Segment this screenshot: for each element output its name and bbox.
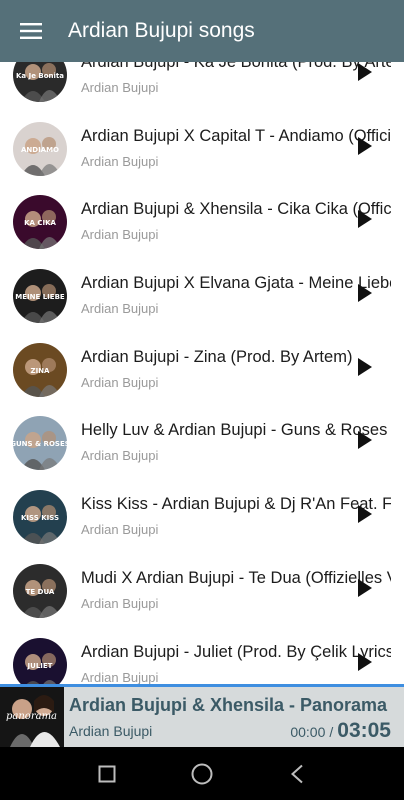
thumbnail-text: JULIET bbox=[27, 662, 53, 670]
song-thumbnail: ANDIAMO bbox=[13, 121, 67, 176]
song-title: Ardian Bujupi - Zina (Prod. By Artem) bbox=[81, 347, 353, 366]
thumbnail-text: Ka Je Bonita bbox=[16, 72, 64, 80]
song-title: Kiss Kiss - Ardian Bujupi & Dj R'An Feat… bbox=[81, 495, 391, 514]
menu-button[interactable] bbox=[0, 0, 62, 62]
current-time: 00:00 bbox=[290, 724, 326, 740]
song-artist: Ardian Bujupi bbox=[81, 227, 159, 243]
play-button[interactable] bbox=[356, 282, 374, 304]
song-title: Ardian Bujupi X Elvana Gjata - Meine Lie… bbox=[81, 274, 391, 293]
circle-home-icon bbox=[191, 763, 213, 784]
song-row[interactable]: TE DUA Mudi X Ardian Bujupi - Te Dua (Off… bbox=[0, 555, 404, 629]
play-icon bbox=[358, 357, 372, 376]
song-thumbnail: Ka Je Bonita bbox=[13, 62, 67, 102]
song-title: Helly Luv & Ardian Bujupi - Guns & Roses… bbox=[81, 421, 391, 440]
play-button[interactable] bbox=[356, 208, 374, 230]
song-thumbnail: JULIET bbox=[13, 637, 67, 684]
player-time: 00:00 / 03:05 bbox=[290, 719, 391, 743]
play-button[interactable] bbox=[356, 651, 374, 673]
song-thumbnail: GUNS & ROSES bbox=[13, 416, 67, 471]
player-album-art: panorama bbox=[0, 687, 64, 747]
svg-text:panorama: panorama bbox=[6, 711, 57, 722]
thumbnail-text: KA CIKA bbox=[24, 219, 56, 227]
song-list[interactable]: Ka Je Bonita Ardian Bujupi - Ka Je Bonita… bbox=[0, 62, 404, 684]
song-artist: Ardian Bujupi bbox=[81, 669, 159, 685]
song-row[interactable]: Ka Je Bonita Ardian Bujupi - Ka Je Bonita… bbox=[0, 62, 404, 113]
song-row[interactable]: GUNS & ROSES Helly Luv & Ardian Bujupi - … bbox=[0, 407, 404, 481]
song-row[interactable]: ZINA Ardian Bujupi - Zina (Prod. By Artem… bbox=[0, 334, 404, 408]
thumbnail-text: TE DUA bbox=[26, 588, 55, 596]
back-button[interactable] bbox=[277, 754, 317, 794]
play-icon bbox=[358, 652, 372, 671]
page-title: Ardian Bujupi songs bbox=[68, 19, 255, 42]
song-title: Ardian Bujupi X Capital T - Andiamo (Off… bbox=[81, 126, 391, 145]
recents-button[interactable] bbox=[87, 754, 127, 794]
home-button[interactable] bbox=[182, 754, 222, 794]
thumbnail-text: ZINA bbox=[31, 367, 51, 375]
play-button[interactable] bbox=[356, 135, 374, 157]
song-title: Ardian Bujupi & Xhensila - Cika Cika (Of… bbox=[81, 200, 391, 219]
play-icon bbox=[358, 505, 372, 524]
play-icon bbox=[358, 578, 372, 597]
song-title: Ardian Bujupi - Ka Je Bonita (Prod. By A… bbox=[81, 62, 391, 71]
song-row[interactable]: ANDIAMO Ardian Bujupi X Capital T - Andia… bbox=[0, 113, 404, 187]
song-row[interactable]: KISS KISS Kiss Kiss - Ardian Bujupi & Dj … bbox=[0, 481, 404, 555]
song-thumbnail: KISS KISS bbox=[13, 490, 67, 545]
total-time: 03:05 bbox=[337, 719, 391, 742]
play-icon bbox=[358, 63, 372, 81]
thumbnail-text: MEINE LIEBE bbox=[15, 293, 65, 301]
song-artist: Ardian Bujupi bbox=[81, 153, 159, 169]
song-artist: Ardian Bujupi bbox=[81, 448, 159, 464]
thumbnail-text: KISS KISS bbox=[21, 514, 59, 522]
play-button[interactable] bbox=[356, 62, 374, 83]
song-thumbnail: MEINE LIEBE bbox=[13, 269, 67, 324]
song-artist: Ardian Bujupi bbox=[81, 301, 159, 317]
triangle-back-icon bbox=[290, 764, 303, 783]
player-artist: Ardian Bujupi bbox=[69, 723, 153, 739]
thumbnail-text: GUNS & ROSES bbox=[13, 440, 67, 448]
song-row[interactable]: MEINE LIEBE Ardian Bujupi X Elvana Gjata … bbox=[0, 260, 404, 334]
app-screen: Ardian Bujupi songs Ka Je Bonita Ardian B… bbox=[0, 0, 404, 800]
play-button[interactable] bbox=[356, 429, 374, 451]
play-icon bbox=[358, 431, 372, 450]
square-recents-icon bbox=[98, 765, 116, 782]
song-artist: Ardian Bujupi bbox=[81, 522, 159, 538]
play-icon bbox=[358, 210, 372, 229]
song-thumbnail: ZINA bbox=[13, 342, 67, 397]
play-button[interactable] bbox=[356, 356, 374, 378]
app-bar: Ardian Bujupi songs bbox=[0, 0, 404, 62]
song-artist: Ardian Bujupi bbox=[81, 80, 159, 95]
play-icon bbox=[358, 136, 372, 155]
play-button[interactable] bbox=[356, 503, 374, 525]
song-artist: Ardian Bujupi bbox=[81, 374, 159, 390]
song-row[interactable]: KA CIKA Ardian Bujupi & Xhensila - Cika C… bbox=[0, 186, 404, 260]
song-thumbnail: TE DUA bbox=[13, 563, 67, 618]
time-separator: / bbox=[329, 724, 334, 740]
play-icon bbox=[358, 284, 372, 303]
song-artist: Ardian Bujupi bbox=[81, 595, 159, 611]
song-list-content: Ka Je Bonita Ardian Bujupi - Ka Je Bonita… bbox=[0, 62, 404, 684]
player-song-title: Ardian Bujupi & Xhensila - Panorama bbox=[69, 695, 388, 715]
mini-player[interactable]: panorama Ardian Bujupi & Xhensila - Pano… bbox=[0, 684, 404, 747]
song-title: Mudi X Ardian Bujupi - Te Dua (Offiziell… bbox=[81, 568, 391, 587]
song-thumbnail: KA CIKA bbox=[13, 195, 67, 250]
thumbnail-text: ANDIAMO bbox=[21, 146, 59, 154]
hamburger-menu-icon bbox=[20, 23, 42, 39]
play-button[interactable] bbox=[356, 577, 374, 599]
song-title: Ardian Bujupi - Juliet (Prod. By Çelik L… bbox=[81, 642, 391, 661]
system-nav-bar bbox=[0, 747, 404, 800]
song-row[interactable]: JULIET Ardian Bujupi - Juliet (Prod. By Ç… bbox=[0, 629, 404, 685]
